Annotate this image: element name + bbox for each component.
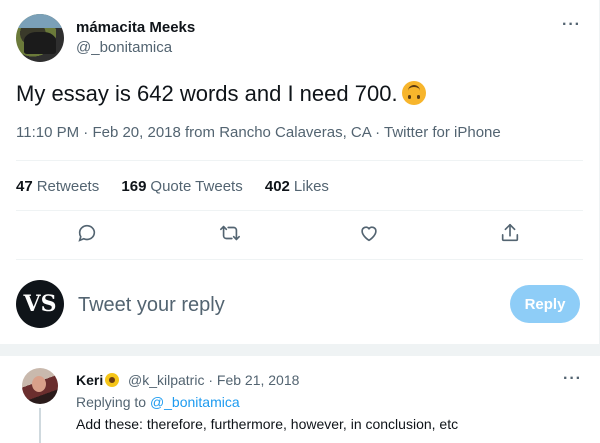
- share-icon[interactable]: [499, 222, 523, 246]
- tweet-date[interactable]: Feb 20, 2018: [92, 124, 180, 141]
- sunflower-emoji-icon: [105, 373, 120, 387]
- reply-meta: @k_kilpatric · Feb 21, 2018: [128, 372, 299, 388]
- divider: [16, 210, 583, 211]
- retweets-stat[interactable]: 47 Retweets: [16, 178, 99, 195]
- tweet-stats: 47 Retweets 169 Quote Tweets 402 Likes: [16, 178, 347, 195]
- main-tweet: mámacita Meeks @_bonitamica ··· My essay…: [0, 0, 600, 345]
- quote-tweets-stat[interactable]: 169 Quote Tweets: [121, 178, 242, 195]
- likes-label: Likes: [293, 178, 329, 195]
- divider: [16, 259, 583, 260]
- replying-to-prefix: Replying to: [76, 394, 147, 410]
- tweet-metadata: 11:10 PM · Feb 20, 2018 from Rancho Cala…: [16, 124, 501, 141]
- replying-to-mention[interactable]: @_bonitamica: [150, 394, 240, 410]
- author-handle[interactable]: @_bonitamica: [76, 39, 172, 56]
- likes-count: 402: [264, 178, 290, 195]
- retweets-label: Retweets: [36, 178, 100, 195]
- upside-down-face-emoji-icon: [401, 81, 426, 105]
- reply-author-display-name: Keri: [76, 372, 104, 388]
- current-user-avatar[interactable]: VS: [16, 280, 64, 328]
- reply-composer: VS Tweet your reply Reply: [0, 270, 600, 342]
- location-prefix: from: [185, 124, 216, 141]
- quote-tweets-label: Quote Tweets: [150, 178, 243, 195]
- heart-icon[interactable]: [358, 222, 382, 246]
- section-separator: [0, 344, 600, 356]
- quote-tweets-count: 169: [121, 178, 147, 195]
- retweet-icon[interactable]: [218, 222, 242, 246]
- more-options-icon[interactable]: ···: [562, 16, 581, 34]
- reply-more-options-icon[interactable]: ···: [563, 370, 582, 388]
- reply-author-name[interactable]: Keri: [76, 372, 120, 388]
- reply-text: Add these: therefore, furthermore, howev…: [76, 416, 459, 432]
- reply-date[interactable]: Feb 21, 2018: [217, 372, 300, 388]
- thread-line: [39, 408, 41, 443]
- tweet-actions: [0, 222, 600, 252]
- author-avatar[interactable]: [16, 14, 64, 62]
- tweet-text: My essay is 642 words and I need 700.: [16, 80, 426, 108]
- reply-author-avatar[interactable]: [22, 368, 58, 404]
- reply-separator: ·: [208, 372, 214, 388]
- reply-input[interactable]: Tweet your reply: [78, 294, 225, 317]
- likes-stat[interactable]: 402 Likes: [265, 178, 329, 195]
- comment-icon[interactable]: [76, 222, 100, 246]
- author-display-name[interactable]: mámacita Meeks: [76, 19, 195, 36]
- reply-author-handle[interactable]: @k_kilpatric: [128, 372, 204, 388]
- tweet-body: My essay is 642 words and I need 700.: [16, 81, 398, 106]
- reply-tweet[interactable]: Keri @k_kilpatric · Feb 21, 2018 ··· Rep…: [0, 356, 600, 443]
- tweet-location[interactable]: Rancho Calaveras, CA: [219, 124, 371, 141]
- retweets-count: 47: [16, 178, 33, 195]
- tweet-source[interactable]: Twitter for iPhone: [384, 124, 501, 141]
- tweet-time[interactable]: 11:10 PM: [16, 124, 79, 141]
- divider: [16, 160, 583, 161]
- reply-button[interactable]: Reply: [510, 285, 580, 323]
- replying-to: Replying to @_bonitamica: [76, 394, 240, 410]
